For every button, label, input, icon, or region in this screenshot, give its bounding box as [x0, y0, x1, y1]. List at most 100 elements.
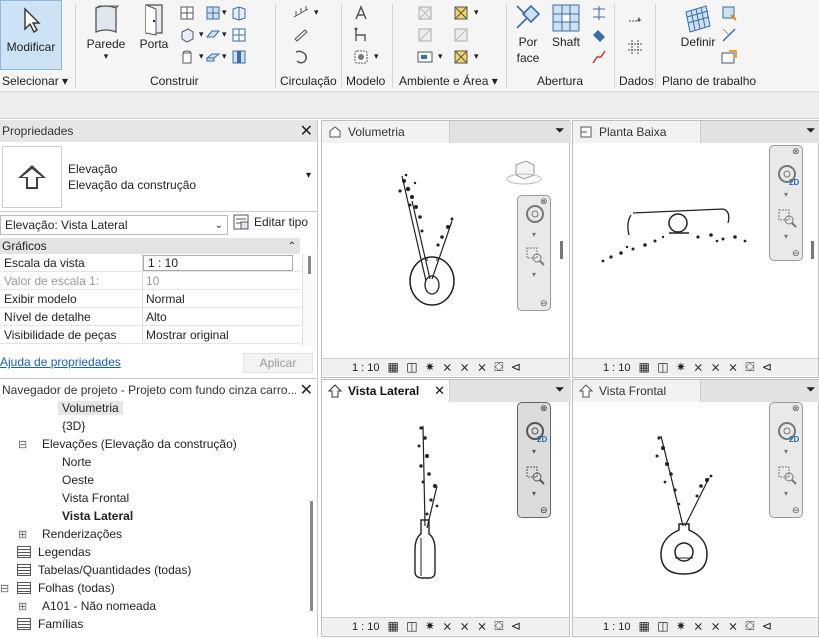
model-group-icon[interactable]: [352, 48, 370, 66]
properties-scrollbar[interactable]: [302, 254, 316, 346]
apply-button[interactable]: Aplicar: [243, 353, 313, 373]
tree-item[interactable]: Oeste: [0, 471, 306, 489]
tree-item[interactable]: ⊞ A101 - Não nomeada: [0, 597, 306, 615]
expand-icon[interactable]: ⊞: [18, 600, 27, 613]
vertical-opening-icon[interactable]: [590, 26, 608, 44]
curtain-grid-icon[interactable]: [230, 26, 248, 44]
area-boundary-icon[interactable]: [452, 26, 470, 44]
type-selector[interactable]: Elevação Elevação da construção ▾: [0, 142, 318, 212]
modify-button[interactable]: Modificar: [0, 0, 62, 70]
property-row[interactable]: Valor de escala 1: 10: [0, 272, 300, 290]
tag-area-icon[interactable]: [452, 48, 470, 66]
view-scale[interactable]: 1 : 10: [352, 621, 380, 633]
property-value[interactable]: 10: [143, 274, 159, 288]
area-icon[interactable]: [452, 4, 470, 22]
view-menu-icon[interactable]: ⏷: [555, 123, 565, 138]
tab-volumetria[interactable]: Volumetria: [322, 121, 450, 143]
collapse-icon[interactable]: ⊟: [0, 582, 9, 595]
view-scale[interactable]: 1 : 10: [603, 362, 631, 374]
collapse-circle-icon[interactable]: ⊖: [540, 505, 548, 516]
show-workplane-icon[interactable]: [720, 4, 738, 22]
expand-icon[interactable]: ⊞: [18, 528, 27, 541]
tree-item[interactable]: Vista Lateral: [0, 507, 306, 525]
property-row[interactable]: Nível de detalhe Alto: [0, 308, 300, 326]
wall-button[interactable]: Parede ▾: [84, 2, 128, 61]
tab-planta-baixa[interactable]: Planta Baixa: [573, 121, 701, 143]
steering-wheel-icon[interactable]: [525, 204, 545, 224]
window-icon[interactable]: [178, 4, 196, 22]
navigation-bar[interactable]: 2D ▾ ▾ ⊗ ⊖: [517, 402, 551, 518]
room-icon[interactable]: [416, 4, 434, 22]
view-vista-frontal[interactable]: Vista Frontal ⏷ 2D ▾ ▾ ⊗ ⊖ 1 : 10 ▦ ◫ ✷ …: [572, 379, 819, 637]
stair-icon[interactable]: [292, 48, 310, 66]
collapse-circle-icon[interactable]: ⊖: [792, 505, 800, 516]
column-icon[interactable]: [178, 48, 196, 66]
zoom-region-icon[interactable]: [777, 208, 797, 228]
curtain-system-icon[interactable]: [230, 4, 248, 22]
tree-item[interactable]: ⊞ Renderizações: [0, 525, 306, 543]
zoom-region-icon[interactable]: [777, 465, 797, 485]
room-separator-icon[interactable]: [416, 26, 434, 44]
edit-type-button[interactable]: Editar tipo: [232, 213, 308, 231]
collapse-circle-icon[interactable]: ⊖: [792, 248, 800, 259]
collapse-circle-icon[interactable]: ⊖: [540, 298, 548, 309]
level-icon[interactable]: [626, 10, 644, 28]
property-value[interactable]: Alto: [143, 310, 167, 324]
shaft-button[interactable]: Shaft: [548, 2, 584, 50]
tag-room-icon[interactable]: [416, 48, 434, 66]
tree-item[interactable]: ⊟ Elevações (Elevação da construção): [0, 435, 306, 453]
mullion-icon[interactable]: [230, 48, 248, 66]
tab-vista-lateral[interactable]: Vista Lateral ✕: [322, 380, 450, 402]
close-circle-icon[interactable]: ⊗: [792, 146, 800, 157]
close-circle-icon[interactable]: ⊗: [792, 403, 800, 414]
room-area-panel-label[interactable]: Ambiente e Área ▾: [399, 74, 498, 88]
close-icon[interactable]: ✕: [300, 380, 313, 400]
tree-item[interactable]: Volumetria: [0, 399, 306, 417]
component-icon[interactable]: [178, 26, 196, 44]
property-row[interactable]: Visibilidade de peças Mostrar original: [0, 326, 300, 344]
close-icon[interactable]: ✕: [434, 383, 445, 399]
property-value[interactable]: Normal: [143, 292, 185, 306]
view-scrollbar[interactable]: [811, 241, 814, 259]
dormer-icon[interactable]: [590, 48, 608, 66]
zoom-region-icon[interactable]: [525, 465, 545, 485]
view-scale[interactable]: 1 : 10: [603, 621, 631, 633]
grid-icon[interactable]: [626, 38, 644, 56]
viewer-icon[interactable]: [720, 48, 738, 66]
view-controls-icons[interactable]: ▦ ◫ ✷ ⨯ ⨯ ⨯ ⛋ ⊲: [388, 619, 523, 634]
floor-icon[interactable]: [204, 48, 222, 66]
view-menu-icon[interactable]: ⏷: [555, 382, 565, 397]
railing-icon[interactable]: [292, 4, 310, 22]
property-row[interactable]: Escala da vista 1 : 10: [0, 254, 300, 272]
view-menu-icon[interactable]: ⏷: [806, 382, 816, 397]
property-value[interactable]: 1 : 10: [143, 254, 293, 271]
view-vista-lateral[interactable]: Vista Lateral ✕ ⏷ 2D ▾ ▾ ⊗ ⊖ 1 : 10 ▦ ◫ …: [321, 379, 571, 637]
model-text-icon[interactable]: [352, 4, 370, 22]
close-icon[interactable]: ✕: [300, 121, 313, 141]
properties-help-link[interactable]: Ajuda de propriedades: [0, 355, 121, 369]
model-line-icon[interactable]: [352, 26, 370, 44]
select-panel-label[interactable]: Selecionar ▾: [2, 74, 68, 88]
zoom-region-icon[interactable]: [525, 246, 545, 266]
view-scale[interactable]: 1 : 10: [352, 362, 380, 374]
view-planta-baixa[interactable]: Planta Baixa ⏷ 2D ▾ ▾ ⊗ ⊖ 1 : 10 ▦ ◫ ✷ ⨯…: [572, 120, 819, 378]
tree-item[interactable]: Tabelas/Quantidades (todas): [0, 561, 306, 579]
property-value[interactable]: Mostrar original: [143, 328, 229, 342]
navigation-bar[interactable]: 2D ▾ ▾ ⊗ ⊖: [769, 145, 803, 261]
view-menu-icon[interactable]: ⏷: [806, 123, 816, 138]
tree-item[interactable]: Vista Frontal: [0, 489, 306, 507]
close-circle-icon[interactable]: ⊗: [540, 196, 548, 207]
view-scrollbar[interactable]: [560, 241, 563, 259]
navigation-bar[interactable]: 2D ▾ ▾ ⊗ ⊖: [769, 402, 803, 518]
by-face-button[interactable]: Por face: [512, 2, 544, 66]
browser-scrollbar[interactable]: [306, 401, 318, 637]
view-controls-icons[interactable]: ▦ ◫ ✷ ⨯ ⨯ ⨯ ⛋ ⊲: [639, 360, 774, 375]
wall-opening-icon[interactable]: [590, 4, 608, 22]
tree-item[interactable]: ⊟ Folhas (todas): [0, 579, 306, 597]
tab-vista-frontal[interactable]: Vista Frontal: [573, 380, 701, 402]
ref-plane-icon[interactable]: [720, 26, 738, 44]
tree-item[interactable]: {3D}: [0, 417, 306, 435]
view-controls-icons[interactable]: ▦ ◫ ✷ ⨯ ⨯ ⨯ ⛋ ⊲: [639, 619, 774, 634]
door-button[interactable]: Porta: [134, 2, 174, 52]
instance-selector[interactable]: Elevação: Vista Lateral ⌄: [0, 215, 228, 235]
